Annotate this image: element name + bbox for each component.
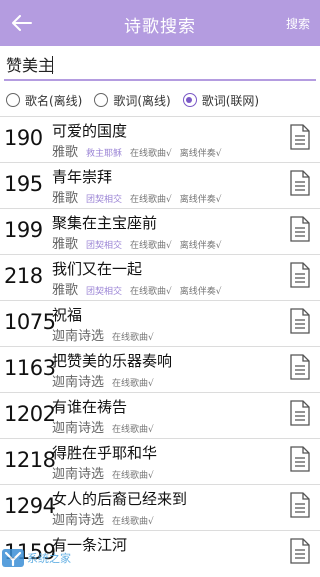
songbook-name: 雅歌	[52, 237, 79, 252]
online-status: 在线歌曲√	[130, 241, 172, 251]
list-item[interactable]: 1163 把赞美的乐器奏响 迦南诗选 在线歌曲√	[0, 347, 320, 393]
list-item[interactable]: 1202 有谁在祷告 迦南诗选 在线歌曲√	[0, 393, 320, 439]
list-item[interactable]: 1294 女人的后裔已经来到 迦南诗选 在线歌曲√	[0, 485, 320, 531]
songbook-name: 雅歌	[52, 283, 79, 298]
song-meta: 雅歌 团契相交 在线歌曲√ 离线伴奏√	[52, 279, 222, 298]
document-icon[interactable]	[290, 124, 310, 150]
offline-status: 离线伴奏√	[179, 241, 222, 251]
watermark-text: 系统之家	[27, 552, 71, 565]
watermark-logo-icon	[2, 549, 24, 567]
song-title: 青年崇拜	[52, 168, 113, 186]
song-meta: 迦南诗选 在线歌曲√	[52, 371, 162, 390]
radio-button-checked[interactable]	[182, 93, 197, 107]
list-item[interactable]: 199 聚集在主宝座前 雅歌 团契相交 在线歌曲√ 离线伴奏√	[0, 209, 320, 255]
songbook-name: 迦南诗选	[52, 329, 105, 344]
document-icon[interactable]	[290, 354, 310, 380]
document-icon[interactable]	[290, 538, 310, 564]
list-item[interactable]: 1218 得胜在乎耶和华 迦南诗选 在线歌曲√	[0, 439, 320, 485]
song-number: 1202	[4, 402, 56, 426]
song-number: 190	[4, 126, 43, 150]
songbook-name: 迦南诗选	[52, 467, 105, 482]
offline-status: 离线伴奏√	[179, 149, 222, 159]
song-meta: 雅歌 救主耶稣 在线歌曲√ 离线伴奏√	[52, 141, 222, 160]
song-number: 1294	[4, 494, 56, 518]
song-meta: 迦南诗选 在线歌曲√	[52, 325, 162, 344]
online-status: 在线歌曲√	[130, 195, 172, 205]
song-meta: 迦南诗选 在线歌曲√	[52, 417, 162, 436]
song-number: 1163	[4, 356, 56, 380]
song-title: 聚集在主宝座前	[52, 214, 158, 232]
list-item[interactable]: 190 可爱的国度 雅歌 救主耶稣 在线歌曲√ 离线伴奏√	[0, 117, 320, 163]
song-number: 1075	[4, 310, 56, 334]
online-status: 在线歌曲√	[112, 517, 154, 527]
text-caret	[52, 56, 53, 74]
search-bar	[0, 46, 320, 84]
document-icon[interactable]	[290, 262, 310, 288]
category-tag: 团契相交	[86, 287, 123, 297]
list-item[interactable]: 195 青年崇拜 雅歌 团契相交 在线歌曲√ 离线伴奏√	[0, 163, 320, 209]
song-meta: 迦南诗选 在线歌曲√	[52, 509, 162, 528]
search-button[interactable]: 搜索	[286, 15, 310, 32]
search-mode-filters: 歌名(离线) 歌词(离线) 歌词(联网)	[0, 86, 320, 114]
list-item[interactable]: 218 我们又在一起 雅歌 团契相交 在线歌曲√ 离线伴奏√	[0, 255, 320, 301]
song-meta: 迦南诗选 在线歌曲√	[52, 463, 162, 482]
document-icon[interactable]	[290, 492, 310, 518]
page-title: 诗歌搜索	[124, 17, 196, 37]
document-icon[interactable]	[290, 216, 310, 242]
songbook-name: 雅歌	[52, 191, 79, 206]
online-status: 在线歌曲√	[112, 379, 154, 389]
offline-status: 离线伴奏√	[179, 287, 222, 297]
song-title: 我们又在一起	[52, 260, 143, 278]
song-meta: 雅歌 团契相交 在线歌曲√ 离线伴奏√	[52, 233, 222, 252]
search-underline	[4, 79, 316, 81]
song-title: 得胜在乎耶和华	[52, 444, 158, 462]
watermark: 系统之家	[0, 547, 110, 569]
song-title: 女人的后裔已经来到	[52, 490, 188, 508]
online-status: 在线歌曲√	[112, 471, 154, 481]
filter-label: 歌词(联网)	[201, 93, 260, 108]
document-icon[interactable]	[290, 446, 310, 472]
online-status: 在线歌曲√	[112, 333, 154, 343]
category-tag: 救主耶稣	[86, 149, 123, 159]
song-number: 218	[4, 264, 43, 288]
filter-lyrics-offline[interactable]: 歌词(离线)	[94, 92, 171, 109]
song-title: 把赞美的乐器奏响	[52, 352, 173, 370]
song-meta: 雅歌 团契相交 在线歌曲√ 离线伴奏√	[52, 187, 222, 206]
radio-button[interactable]	[94, 93, 109, 107]
online-status: 在线歌曲√	[130, 149, 172, 159]
song-number: 1218	[4, 448, 56, 472]
filter-lyrics-online[interactable]: 歌词(联网)	[182, 92, 260, 109]
radio-button[interactable]	[6, 93, 20, 107]
online-status: 在线歌曲√	[130, 287, 172, 297]
category-tag: 团契相交	[86, 195, 123, 205]
document-icon[interactable]	[290, 400, 310, 426]
song-title: 可爱的国度	[52, 122, 128, 140]
song-title: 有谁在祷告	[52, 398, 128, 416]
filter-label: 歌词(离线)	[113, 93, 171, 108]
document-icon[interactable]	[290, 308, 310, 334]
song-number: 195	[4, 172, 43, 196]
filter-title-offline[interactable]: 歌名(离线)	[6, 92, 82, 109]
songbook-name: 迦南诗选	[52, 375, 105, 390]
song-number: 199	[4, 218, 43, 242]
category-tag: 团契相交	[86, 241, 123, 251]
list-item[interactable]: 1075 祝福 迦南诗选 在线歌曲√	[0, 301, 320, 347]
songbook-name: 雅歌	[52, 145, 79, 160]
online-status: 在线歌曲√	[112, 425, 154, 435]
app-bar: 诗歌搜索 搜索	[0, 0, 320, 46]
song-title: 祝福	[52, 306, 83, 324]
songbook-name: 迦南诗选	[52, 421, 105, 436]
document-icon[interactable]	[290, 170, 310, 196]
songbook-name: 迦南诗选	[52, 513, 105, 528]
results-list: 190 可爱的国度 雅歌 救主耶稣 在线歌曲√ 离线伴奏√ 195 青年崇拜 雅…	[0, 117, 320, 577]
offline-status: 离线伴奏√	[179, 195, 222, 205]
filter-label: 歌名(离线)	[25, 93, 83, 108]
